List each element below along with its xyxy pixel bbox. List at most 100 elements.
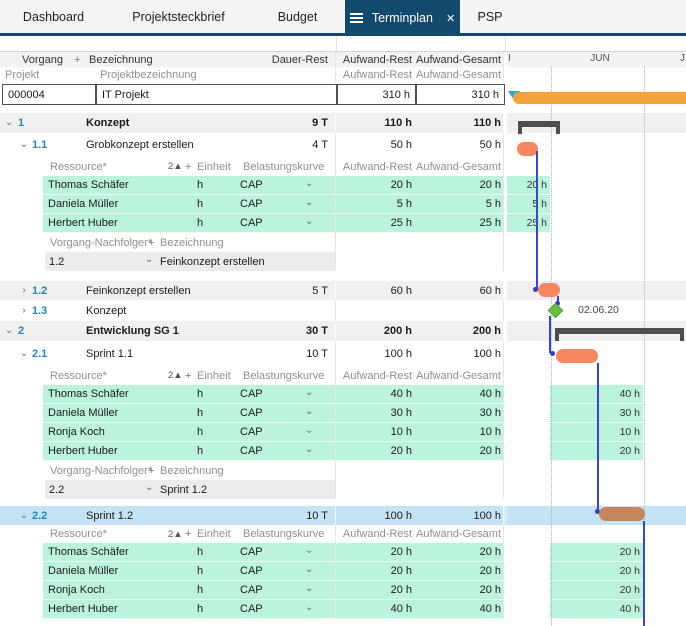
resource-aufwand-gesamt[interactable]: 10 h [415, 423, 504, 442]
resource-name[interactable]: Herbert Huber [48, 603, 118, 615]
task-aufwand-gesamt[interactable]: 50 h [415, 133, 504, 157]
resource-aufwand-rest[interactable]: 20 h [336, 581, 415, 600]
col-header-ressource[interactable]: Ressource* [50, 528, 107, 540]
resource-name[interactable]: Daniela Müller [48, 407, 118, 419]
col-header-bezeichnung[interactable]: Bezeichnung [89, 54, 153, 66]
resource-belastungskurve[interactable]: CAP [240, 388, 263, 400]
task-row-1.2[interactable]: ›1.2Feinkonzept erstellen5 T60 h60 h [0, 281, 686, 300]
add-successor-icon[interactable]: + [148, 465, 154, 477]
task-dauer-rest[interactable]: 10 T [306, 510, 328, 522]
resource-einheit[interactable]: h [197, 546, 203, 558]
resource-aufwand-rest[interactable]: 25 h [336, 214, 415, 233]
resource-row[interactable]: Herbert HuberhCAP⌄20 h20 h20 h [0, 442, 686, 461]
dropdown-icon[interactable]: ⌄ [305, 425, 313, 436]
resource-einheit[interactable]: h [197, 217, 203, 229]
resource-einheit[interactable]: h [197, 407, 203, 419]
task-aufwand-rest[interactable]: 60 h [336, 281, 415, 300]
sort-indicator[interactable]: 2▲ [168, 161, 183, 172]
project-id-field[interactable]: 000004 [2, 84, 96, 105]
resource-aufwand-rest[interactable]: 20 h [336, 562, 415, 581]
resource-belastungskurve[interactable]: CAP [240, 603, 263, 615]
resource-aufwand-gesamt[interactable]: 40 h [415, 385, 504, 404]
task-gantt-cell[interactable] [507, 341, 686, 366]
resource-einheit[interactable]: h [197, 388, 203, 400]
task-aufwand-gesamt[interactable] [415, 300, 504, 321]
menu-icon[interactable] [350, 13, 363, 23]
resource-einheit[interactable]: h [197, 445, 203, 457]
dropdown-icon[interactable]: ⌄ [305, 564, 313, 575]
resource-belastungskurve[interactable]: CAP [240, 217, 263, 229]
collapse-icon[interactable]: ⌄ [2, 325, 16, 336]
dropdown-icon[interactable]: ⌄ [145, 482, 153, 493]
col-header-aufwand-gesamt[interactable]: Aufwand-Gesamt [415, 52, 504, 67]
resource-aufwand-gesamt[interactable]: 5 h [415, 195, 504, 214]
task-aufwand-gesamt[interactable]: 200 h [415, 321, 504, 341]
resource-name[interactable]: Ronja Koch [48, 584, 105, 596]
col-header-ressource[interactable]: Ressource* [50, 370, 107, 382]
col-header-aufwand-rest[interactable]: Aufwand-Rest [336, 52, 415, 67]
task-name[interactable]: Konzept [86, 305, 126, 317]
resource-name[interactable]: Daniela Müller [48, 565, 118, 577]
project-name-field[interactable]: IT Projekt [96, 84, 337, 105]
successor-name[interactable]: Feinkonzept erstellen [160, 256, 265, 268]
dropdown-icon[interactable]: ⌄ [305, 178, 313, 189]
collapse-icon[interactable]: ⌄ [2, 117, 16, 128]
task-gantt-cell[interactable] [507, 321, 686, 341]
resource-einheit[interactable]: h [197, 426, 203, 438]
col-header-belastungskurve[interactable]: Belastungskurve [243, 528, 324, 540]
sort-indicator[interactable]: 2▲ [168, 529, 183, 540]
add-resource-icon[interactable]: + [185, 161, 191, 173]
task-aufwand-gesamt[interactable]: 100 h [415, 341, 504, 366]
resource-row[interactable]: Thomas SchäferhCAP⌄40 h40 h40 h [0, 385, 686, 404]
resource-einheit[interactable]: h [197, 584, 203, 596]
task-aufwand-rest[interactable]: 100 h [336, 506, 415, 525]
col-header-vorgang[interactable]: Vorgang [0, 54, 63, 66]
task-name[interactable]: Feinkonzept erstellen [86, 285, 191, 297]
resource-row[interactable]: Ronja KochhCAP⌄10 h10 h10 h [0, 423, 686, 442]
task-dauer-rest[interactable]: 30 T [306, 325, 328, 337]
resource-einheit[interactable]: h [197, 198, 203, 210]
resource-row[interactable]: Herbert HuberhCAP⌄40 h40 h40 h [0, 600, 686, 619]
resource-aufwand-rest[interactable]: 40 h [336, 385, 415, 404]
task-gantt-cell[interactable] [507, 506, 686, 525]
task-aufwand-rest[interactable] [336, 300, 415, 321]
dropdown-icon[interactable]: ⌄ [305, 387, 313, 398]
dropdown-icon[interactable]: ⌄ [305, 545, 313, 556]
resource-aufwand-gesamt[interactable]: 20 h [415, 442, 504, 461]
task-name[interactable]: Sprint 1.2 [86, 510, 133, 522]
tab-psp[interactable]: PSP [460, 0, 520, 33]
dropdown-icon[interactable]: ⌄ [305, 602, 313, 613]
resource-name[interactable]: Thomas Schäfer [48, 179, 129, 191]
resource-name[interactable]: Daniela Müller [48, 198, 118, 210]
resource-name[interactable]: Ronja Koch [48, 426, 105, 438]
sort-indicator[interactable]: 2▲ [168, 370, 183, 381]
project-aufwand-rest-field[interactable]: 310 h [337, 84, 416, 105]
resource-row[interactable]: Thomas SchäferhCAP⌄20 h20 h20 h [0, 543, 686, 562]
resource-aufwand-gesamt[interactable]: 20 h [415, 543, 504, 562]
task-row-2.2[interactable]: ⌄2.2Sprint 1.210 T100 h100 h [0, 506, 686, 525]
task-aufwand-rest[interactable]: 200 h [336, 321, 415, 341]
task-row-2[interactable]: ⌄2Entwicklung SG 130 T200 h200 h [0, 321, 686, 341]
task-aufwand-rest[interactable]: 110 h [336, 113, 415, 133]
task-row-1[interactable]: ⌄1Konzept9 T110 h110 h [0, 113, 686, 133]
resource-row[interactable]: Thomas SchäferhCAP⌄20 h20 h20 h [0, 176, 686, 195]
col-header-dauer-rest[interactable]: Dauer-Rest [272, 54, 328, 66]
successor-row[interactable]: 2.2⌄Sprint 1.2 [0, 480, 686, 499]
task-gantt-cell[interactable] [507, 133, 686, 157]
task-row-1.3[interactable]: ›1.3Konzept [0, 300, 686, 321]
resource-aufwand-gesamt[interactable]: 25 h [415, 214, 504, 233]
resource-aufwand-rest[interactable]: 20 h [336, 176, 415, 195]
dropdown-icon[interactable]: ⌄ [305, 406, 313, 417]
col-header-einheit[interactable]: Einheit [197, 161, 231, 173]
resource-name[interactable]: Herbert Huber [48, 217, 118, 229]
resource-row[interactable]: Ronja KochhCAP⌄20 h20 h20 h [0, 581, 686, 600]
col-header-succ-bezeichnung[interactable]: Bezeichnung [160, 237, 224, 249]
add-task-icon[interactable]: + [74, 54, 80, 66]
resource-aufwand-rest[interactable]: 30 h [336, 404, 415, 423]
col-header-einheit[interactable]: Einheit [197, 528, 231, 540]
dropdown-icon[interactable]: ⌄ [305, 583, 313, 594]
task-dauer-rest[interactable]: 9 T [312, 117, 328, 129]
add-resource-icon[interactable]: + [185, 370, 191, 382]
resource-aufwand-rest[interactable]: 20 h [336, 543, 415, 562]
add-successor-icon[interactable]: + [148, 237, 154, 249]
